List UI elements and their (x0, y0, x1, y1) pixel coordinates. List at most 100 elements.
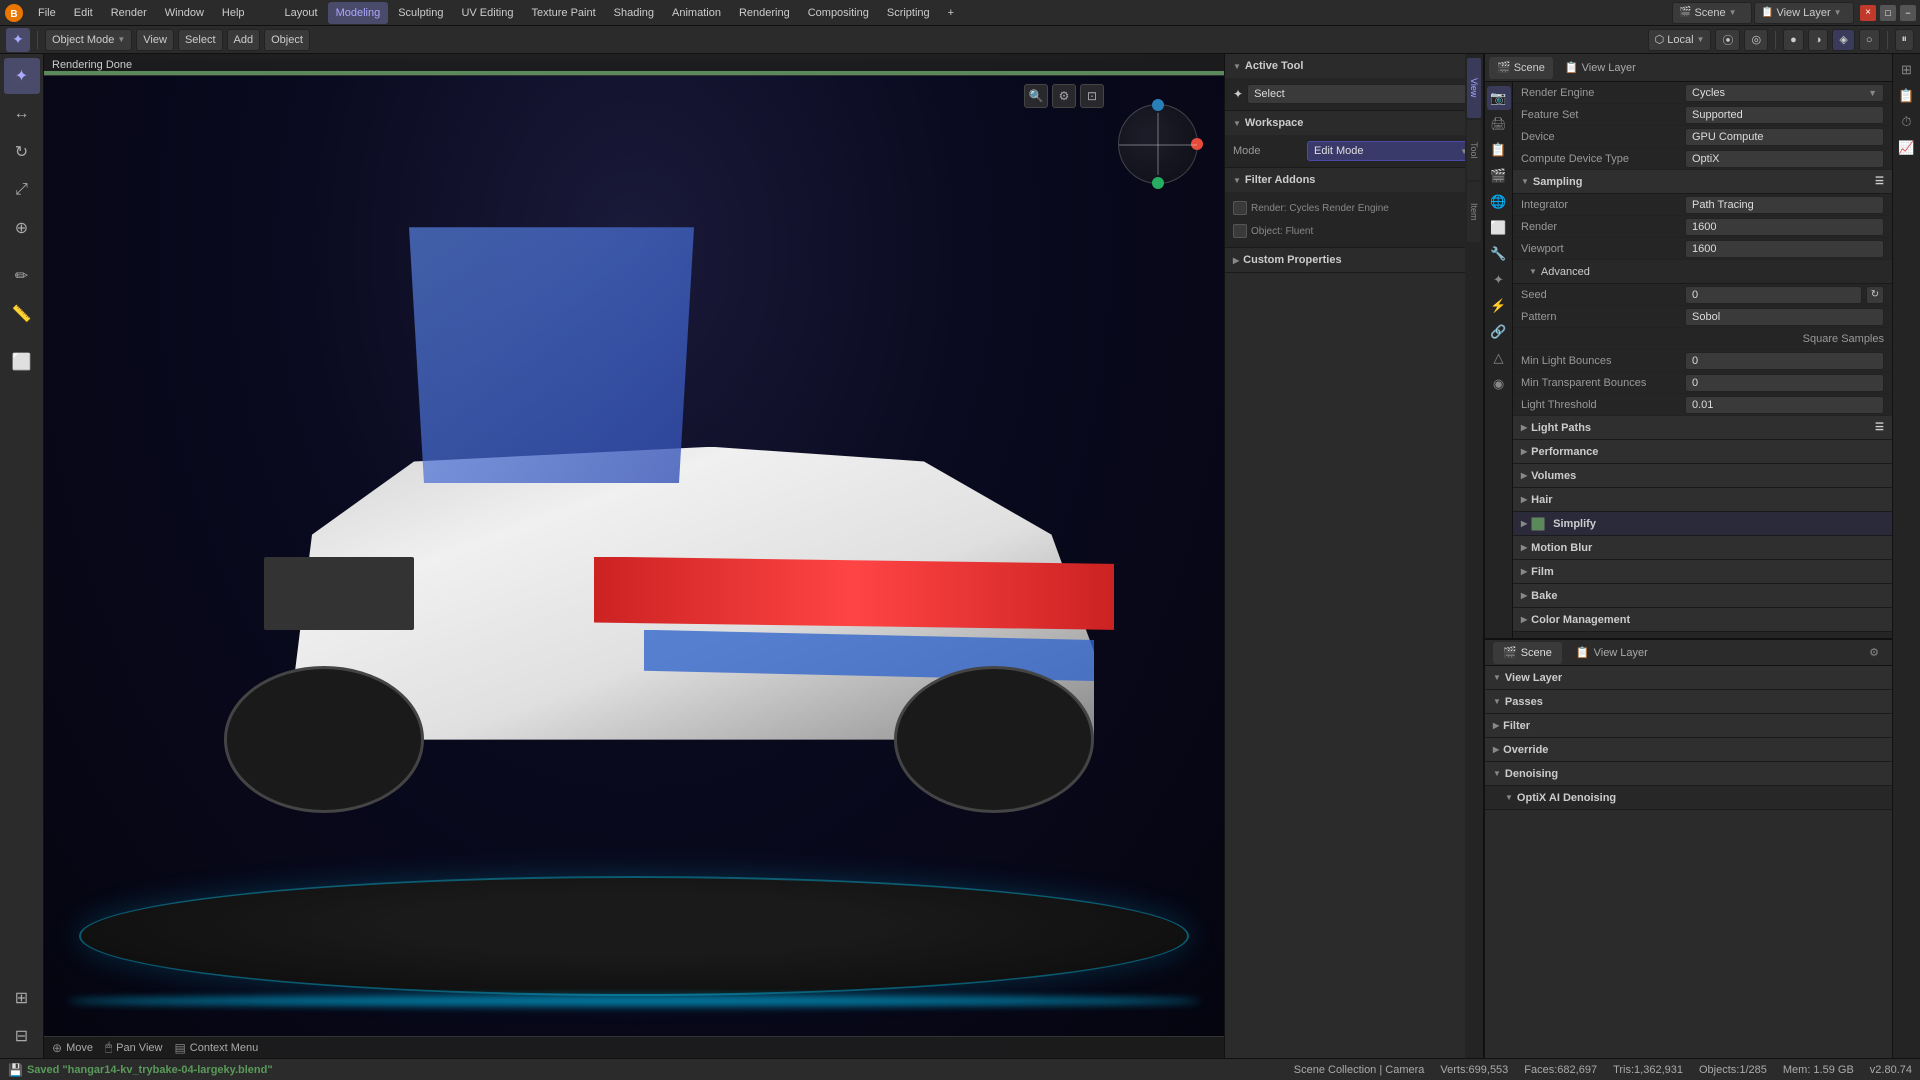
workspace-tab-modeling[interactable]: Modeling (328, 2, 389, 24)
tool-extra2[interactable]: ⊟ (4, 1018, 40, 1054)
workspace-tab-shading[interactable]: Shading (606, 2, 662, 24)
workspace-header[interactable]: ▼ Workspace (1225, 111, 1483, 135)
tool-extra1[interactable]: ⊞ (4, 980, 40, 1016)
mode-value[interactable]: Edit Mode ▼ (1307, 141, 1475, 161)
performance-header[interactable]: ▶ Performance (1513, 440, 1892, 464)
n-tab-tool[interactable]: Tool (1467, 120, 1481, 180)
add-menu-btn[interactable]: Add (227, 29, 261, 51)
workspace-tab-layout[interactable]: Layout (277, 2, 326, 24)
prop-icon-render[interactable]: 📷 (1487, 86, 1511, 110)
pause-btn[interactable]: ⏸ (1895, 29, 1915, 51)
custom-properties-header[interactable]: ▶ Custom Properties (1225, 248, 1483, 272)
prop-icon-view-layer[interactable]: 📋 (1487, 138, 1511, 162)
menu-help[interactable]: Help (214, 2, 253, 24)
nav-sphere[interactable] (1118, 104, 1198, 184)
film-header[interactable]: ▶ Film (1513, 560, 1892, 584)
view-layer-selector[interactable]: 📋 View Layer ▼ (1754, 2, 1854, 24)
pivot-selector[interactable]: ⬡ Local ▼ (1648, 29, 1712, 51)
prop-icon-object[interactable]: ⬜ (1487, 216, 1511, 240)
prop-icon-scene[interactable]: 🎬 (1487, 164, 1511, 188)
prop-icon-data[interactable]: △ (1487, 346, 1511, 370)
light-paths-options[interactable]: ☰ (1875, 422, 1884, 433)
sampling-options[interactable]: ☰ (1875, 176, 1884, 187)
prop-icon-modifier[interactable]: 🔧 (1487, 242, 1511, 266)
workspace-tab-scripting[interactable]: Scripting (879, 2, 938, 24)
workspace-tab-sculpting[interactable]: Sculpting (390, 2, 451, 24)
cycles-checkbox[interactable] (1233, 201, 1247, 215)
bottom-scene-tab[interactable]: 🎬 Scene (1493, 642, 1562, 664)
bottom-filter-header[interactable]: ▶ Filter (1485, 714, 1892, 738)
integrator-value[interactable]: Path Tracing (1685, 196, 1884, 214)
select-menu-btn[interactable]: Select (178, 29, 223, 51)
tool-scale[interactable]: ⤢ (4, 172, 40, 208)
bottom-view-layer-tab[interactable]: 📋 View Layer (1566, 642, 1658, 664)
shading-solid-btn[interactable]: ● (1783, 29, 1804, 51)
nav-z-axis[interactable] (1152, 99, 1164, 111)
shading-eevee-btn[interactable]: ○ (1859, 29, 1880, 51)
prop-icon-constraints[interactable]: 🔗 (1487, 320, 1511, 344)
viewport-overlays[interactable]: ⊡ (1080, 84, 1104, 108)
nav-y-axis[interactable] (1152, 177, 1164, 189)
workspace-tab-uv[interactable]: UV Editing (453, 2, 521, 24)
nav-gizmo[interactable] (1108, 94, 1208, 194)
shading-rendered-btn[interactable]: ◈ (1832, 29, 1854, 51)
bottom-denoising-header[interactable]: ▼ Denoising (1485, 762, 1892, 786)
min-transparent-value[interactable]: 0 (1685, 374, 1884, 392)
scene-tab[interactable]: 🎬 Scene (1489, 57, 1553, 79)
feature-set-value[interactable]: Supported (1685, 106, 1884, 124)
n-tab-item[interactable]: Item (1467, 182, 1481, 242)
fluent-checkbox[interactable] (1233, 224, 1247, 238)
object-menu-btn[interactable]: Object (264, 29, 310, 51)
bottom-optix-header[interactable]: ▼ OptiX AI Denoising (1485, 786, 1892, 810)
tool-move[interactable]: ↔ (4, 96, 40, 132)
select-tool-btn[interactable]: ✦ (6, 28, 30, 52)
bottom-override-header[interactable]: ▶ Override (1485, 738, 1892, 762)
seed-value[interactable]: 0 (1685, 286, 1862, 304)
seed-random-btn[interactable]: ↻ (1866, 286, 1884, 304)
proportional-btn[interactable]: ◎ (1744, 29, 1768, 51)
menu-file[interactable]: File (30, 2, 64, 24)
right-icon-outliner[interactable]: ⊞ (1895, 58, 1919, 82)
volumes-header[interactable]: ▶ Volumes (1513, 464, 1892, 488)
bake-header[interactable]: ▶ Bake (1513, 584, 1892, 608)
filter-addons-header[interactable]: ▼ Filter Addons (1225, 168, 1483, 192)
right-icon-properties[interactable]: 📋 (1895, 84, 1919, 108)
view-menu-btn[interactable]: View (136, 29, 174, 51)
simplify-checkbox[interactable] (1531, 517, 1545, 531)
tool-transform[interactable]: ⊕ (4, 210, 40, 246)
prop-icon-world[interactable]: 🌐 (1487, 190, 1511, 214)
workspace-tab-animation[interactable]: Animation (664, 2, 729, 24)
mode-selector[interactable]: Object Mode ▼ (45, 29, 132, 51)
prop-icon-material[interactable]: ◉ (1487, 372, 1511, 396)
color-management-header[interactable]: ▶ Color Management (1513, 608, 1892, 632)
tool-annotate[interactable]: ✏ (4, 258, 40, 294)
device-value[interactable]: GPU Compute (1685, 128, 1884, 146)
viewport[interactable]: Rendering Done 🔍 ⚙ ⊡ ⊕ Move (44, 54, 1224, 1058)
sampling-header[interactable]: ▼ Sampling ☰ (1513, 170, 1892, 194)
minimize-btn[interactable]: − (1900, 5, 1916, 21)
view-layer-tab[interactable]: 📋 View Layer (1557, 57, 1644, 79)
select-value[interactable]: Select (1247, 84, 1475, 104)
snap-btn[interactable]: ⦿ (1715, 29, 1740, 51)
tool-add-cube[interactable]: ⬜ (4, 344, 40, 380)
workspace-tab-rendering[interactable]: Rendering (731, 2, 798, 24)
viewport-settings[interactable]: ⚙ (1052, 84, 1076, 108)
n-tab-view[interactable]: View (1467, 58, 1481, 118)
add-workspace-btn[interactable]: + (940, 2, 962, 24)
pattern-value[interactable]: Sobol (1685, 308, 1884, 326)
active-tool-header[interactable]: ▼ Active Tool (1225, 54, 1483, 78)
right-icon-timeline[interactable]: ⏱ (1895, 110, 1919, 134)
workspace-tab-texture-paint[interactable]: Texture Paint (523, 2, 603, 24)
simplify-header[interactable]: ▶ Simplify (1513, 512, 1892, 536)
prop-icon-output[interactable]: 🖨 (1487, 112, 1511, 136)
light-threshold-value[interactable]: 0.01 (1685, 396, 1884, 414)
min-light-bounces-value[interactable]: 0 (1685, 352, 1884, 370)
viewport-samples-value[interactable]: 1600 (1685, 240, 1884, 258)
bottom-passes-header[interactable]: ▼ Passes (1485, 690, 1892, 714)
shading-material-btn[interactable]: ◑ (1808, 29, 1829, 51)
workspace-tab-compositing[interactable]: Compositing (800, 2, 877, 24)
bottom-view-layer-header[interactable]: ▼ View Layer (1485, 666, 1892, 690)
render-samples-value[interactable]: 1600 (1685, 218, 1884, 236)
scene-selector[interactable]: 🎬 Scene ▼ (1672, 2, 1752, 24)
prop-icon-particles[interactable]: ✦ (1487, 268, 1511, 292)
